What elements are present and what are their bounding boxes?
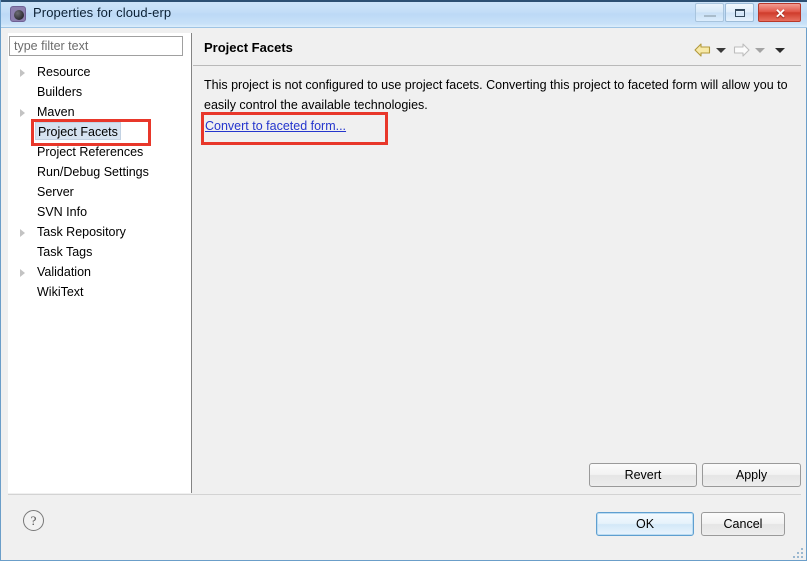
facets-description: This project is not configured to use pr… [204, 78, 788, 112]
sidebar-item-maven[interactable]: Maven [9, 102, 185, 122]
page-title: Project Facets [204, 40, 293, 55]
close-button[interactable]: ✕ [758, 3, 801, 22]
filter-input[interactable] [9, 36, 183, 56]
forward-history-chevron-down-icon [755, 48, 765, 53]
sidebar-item-wikitext[interactable]: WikiText [9, 282, 185, 302]
cancel-button[interactable]: Cancel [701, 512, 785, 536]
ok-button[interactable]: OK [596, 512, 694, 536]
sidebar-item-label: Task Tags [37, 245, 93, 259]
sidebar-item-task-tags[interactable]: Task Tags [9, 242, 185, 262]
sidebar-item-builders[interactable]: Builders [9, 82, 185, 102]
sidebar-item-resource[interactable]: Resource [9, 62, 185, 82]
arrow-right-icon [733, 43, 750, 57]
settings-tree: Resource Builders Maven Project Facets Proje… [9, 62, 185, 302]
expand-triangle-icon[interactable] [20, 109, 25, 117]
eclipse-properties-icon [10, 6, 26, 22]
convert-to-faceted-form-link[interactable]: Convert to faceted form... [205, 119, 346, 133]
content-body: This project is not configured to use pr… [193, 67, 801, 493]
sidebar-item-validation[interactable]: Validation [9, 262, 185, 282]
sidebar-item-task-repository[interactable]: Task Repository [9, 222, 185, 242]
expand-triangle-icon[interactable] [20, 229, 25, 237]
sidebar-item-label: Server [37, 185, 74, 199]
title-bar: Properties for cloud-erp ✕ [1, 0, 807, 28]
maximize-icon [735, 9, 745, 17]
sidebar-item-label: Resource [37, 65, 91, 79]
view-menu-chevron-down-icon[interactable] [775, 48, 785, 53]
close-icon: ✕ [775, 6, 786, 21]
sidebar-item-svn-info[interactable]: SVN Info [9, 202, 185, 222]
sidebar-item-label: SVN Info [37, 205, 88, 219]
sidebar-item-label: Project References [37, 145, 144, 159]
expand-triangle-icon[interactable] [20, 269, 25, 277]
question-mark-icon[interactable]: ? [23, 510, 44, 531]
sidebar-item-server[interactable]: Server [9, 182, 185, 202]
sidebar-item-label: Run/Debug Settings [37, 165, 149, 179]
sidebar-item-label: WikiText [37, 285, 84, 299]
minimize-icon [704, 15, 716, 17]
sidebar-item-label: Task Repository [37, 225, 126, 239]
sidebar-item-project-facets[interactable]: Project Facets [9, 122, 185, 142]
title-bar-top-edge [1, 0, 807, 2]
sidebar-item-label: Builders [37, 85, 83, 99]
revert-button[interactable]: Revert [589, 463, 697, 487]
arrow-left-icon[interactable] [694, 43, 711, 57]
resize-grip[interactable] [793, 548, 805, 559]
properties-dialog: Properties for cloud-erp ✕ Resource Build… [0, 0, 807, 561]
sidebar-item-label: Validation [37, 265, 91, 279]
sidebar-item-label: Maven [37, 105, 75, 119]
sidebar-item-label: Project Facets [35, 122, 121, 140]
apply-button[interactable]: Apply [702, 463, 801, 487]
maximize-button[interactable] [725, 3, 754, 22]
minimize-button[interactable] [695, 3, 724, 22]
expand-triangle-icon[interactable] [20, 69, 25, 77]
back-history-chevron-down-icon[interactable] [716, 48, 726, 53]
content-header: Project Facets [193, 33, 801, 66]
sidebar-item-run-debug-settings[interactable]: Run/Debug Settings [9, 162, 185, 182]
sidebar-item-project-references[interactable]: Project References [9, 142, 185, 162]
content-panel: Project Facets This project is not confi… [193, 33, 801, 493]
window-title: Properties for cloud-erp [33, 5, 172, 20]
